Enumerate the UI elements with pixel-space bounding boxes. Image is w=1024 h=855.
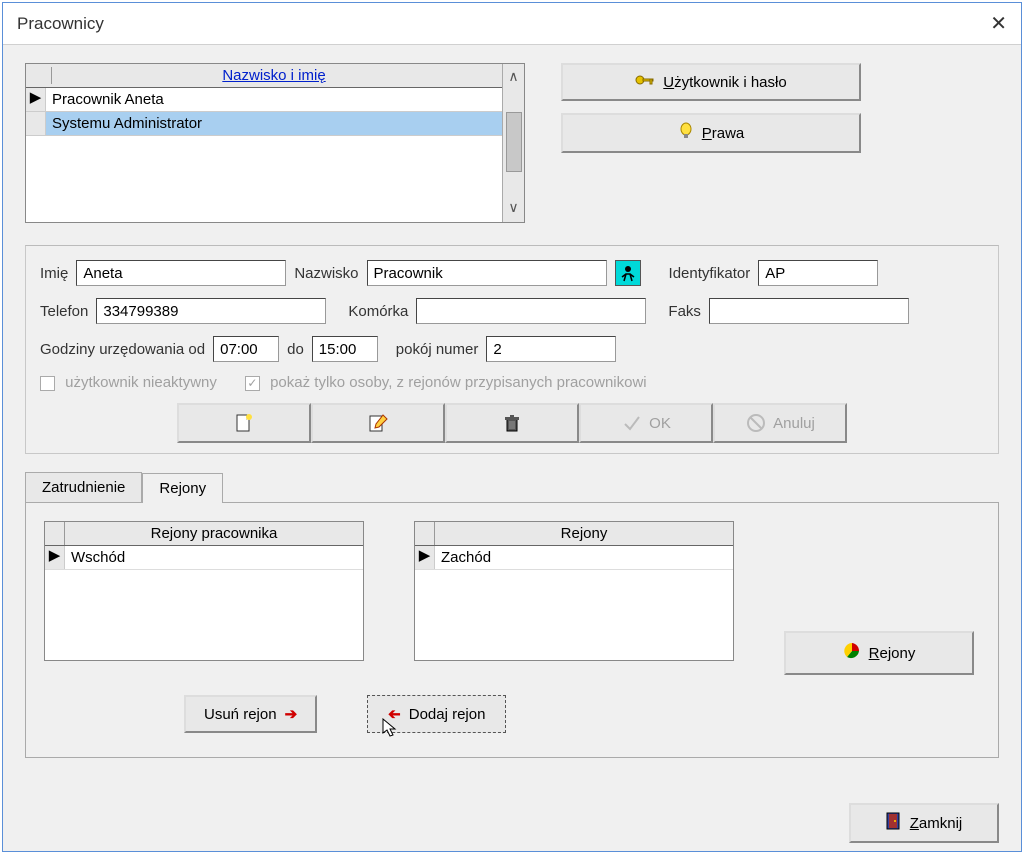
checkbox-icon: ✓	[245, 376, 260, 391]
close-icon[interactable]: ✕	[990, 11, 1007, 36]
tabs: Zatrudnienie Rejony Rejony pracownika ▶ …	[25, 472, 999, 758]
dodaj-rejon-button[interactable]: ➔ Dodaj rejon	[367, 695, 506, 733]
rejony-button[interactable]: Rejony	[784, 631, 974, 675]
rejony-label: Rejony	[869, 645, 916, 662]
rejony-all-header: Rejony	[435, 522, 733, 545]
form-area: Imię Nazwisko Identyfikator Telefon Komó…	[25, 245, 999, 454]
dodaj-label: Dodaj rejon	[409, 706, 486, 723]
employee-list: Nazwisko i imię ▶ Pracownik Aneta System…	[25, 63, 525, 223]
table-row[interactable]: Systemu Administrator	[26, 112, 502, 136]
tab-zatrudnienie[interactable]: Zatrudnienie	[25, 472, 142, 502]
cancel-button: Anuluj	[713, 403, 847, 443]
lightbulb-icon	[678, 122, 694, 144]
telefon-field[interactable]	[96, 298, 326, 324]
chk-inactive: użytkownik nieaktywny	[40, 374, 217, 391]
key-icon	[635, 72, 655, 92]
rejony-pracownika-list: Rejony pracownika ▶ Wschód	[44, 521, 364, 661]
zamknij-button[interactable]: Zamknij	[849, 803, 999, 843]
imie-field[interactable]	[76, 260, 286, 286]
table-row[interactable]: ▶ Pracownik Aneta	[26, 88, 502, 112]
label-faks: Faks	[668, 303, 701, 320]
label-komorka: Komórka	[348, 303, 408, 320]
dialog-pracownicy: Pracownicy ✕ Nazwisko i imię ▶ Pracownik…	[2, 2, 1022, 852]
row-name: Pracownik Aneta	[46, 88, 502, 111]
nazwisko-field[interactable]	[367, 260, 607, 286]
new-button[interactable]	[177, 403, 311, 443]
dialog-body: Nazwisko i imię ▶ Pracownik Aneta System…	[3, 45, 1021, 795]
rejony-pracownika-header: Rejony pracownika	[65, 522, 363, 545]
side-buttons: UUżytkownik i hasłożytkownik i hasło Pra…	[561, 63, 861, 153]
user-password-button[interactable]: UUżytkownik i hasłożytkownik i hasło	[561, 63, 861, 101]
list-item[interactable]: ▶ Zachód	[415, 546, 733, 570]
komorka-field[interactable]	[416, 298, 646, 324]
scrollbar[interactable]: ∧ ∨	[502, 64, 524, 222]
rights-label: Prawa	[702, 125, 745, 142]
user-password-label: UUżytkownik i hasłożytkownik i hasło	[663, 74, 786, 91]
zamknij-label: Zamknij	[910, 815, 963, 832]
usun-rejon-button[interactable]: Usuń rejon ➔	[184, 695, 317, 733]
header-nazwisko-imie[interactable]: Nazwisko i imię	[52, 67, 496, 84]
list-item[interactable]: ▶ Wschód	[45, 546, 363, 570]
od-field[interactable]	[213, 336, 279, 362]
pie-icon	[843, 642, 861, 664]
checkbox-icon	[40, 376, 55, 391]
person-icon[interactable]	[615, 260, 641, 286]
usun-label: Usuń rejon	[204, 706, 277, 723]
scroll-thumb[interactable]	[506, 112, 522, 172]
chevron-down-icon[interactable]: ∨	[508, 199, 518, 216]
region-name: Wschód	[65, 546, 363, 569]
row-marker: ▶	[26, 88, 46, 111]
chevron-up-icon[interactable]: ∧	[508, 68, 518, 85]
chk-inactive-label: użytkownik nieaktywny	[65, 374, 217, 391]
toolbar: OK Anuluj	[40, 403, 984, 443]
ok-button: OK	[579, 403, 713, 443]
row-name: Systemu Administrator	[46, 112, 502, 135]
chk-showonly: ✓ pokaż tylko osoby, z rejonów przypisan…	[245, 374, 647, 391]
tab-panel-rejony: Rejony pracownika ▶ Wschód Rejony	[25, 502, 999, 758]
top-row: Nazwisko i imię ▶ Pracownik Aneta System…	[25, 63, 999, 223]
cursor-icon	[382, 718, 400, 744]
region-name: Zachód	[435, 546, 733, 569]
label-imie: Imię	[40, 265, 68, 282]
row-marker	[26, 112, 46, 135]
arrow-right-icon: ➔	[285, 705, 298, 723]
faks-field[interactable]	[709, 298, 909, 324]
window-title: Pracownicy	[17, 14, 104, 34]
edit-button[interactable]	[311, 403, 445, 443]
do-field[interactable]	[312, 336, 378, 362]
label-ident: Identyfikator	[669, 265, 751, 282]
pokoj-field[interactable]	[486, 336, 616, 362]
titlebar: Pracownicy ✕	[3, 3, 1021, 45]
label-pokoj: pokój numer	[396, 341, 479, 358]
rejony-all-list: Rejony ▶ Zachód	[414, 521, 734, 661]
label-telefon: Telefon	[40, 303, 88, 320]
ident-field[interactable]	[758, 260, 878, 286]
label-nazwisko: Nazwisko	[294, 265, 358, 282]
delete-button[interactable]	[445, 403, 579, 443]
chk-showonly-label: pokaż tylko osoby, z rejonów przypisanyc…	[270, 374, 647, 391]
header-selector-col	[32, 67, 52, 84]
door-icon	[886, 812, 902, 834]
tab-rejony[interactable]: Rejony	[142, 473, 223, 503]
label-do: do	[287, 341, 304, 358]
rights-button[interactable]: Prawa	[561, 113, 861, 153]
label-godziny: Godziny urzędowania od	[40, 341, 205, 358]
employee-list-header: Nazwisko i imię	[26, 64, 502, 88]
